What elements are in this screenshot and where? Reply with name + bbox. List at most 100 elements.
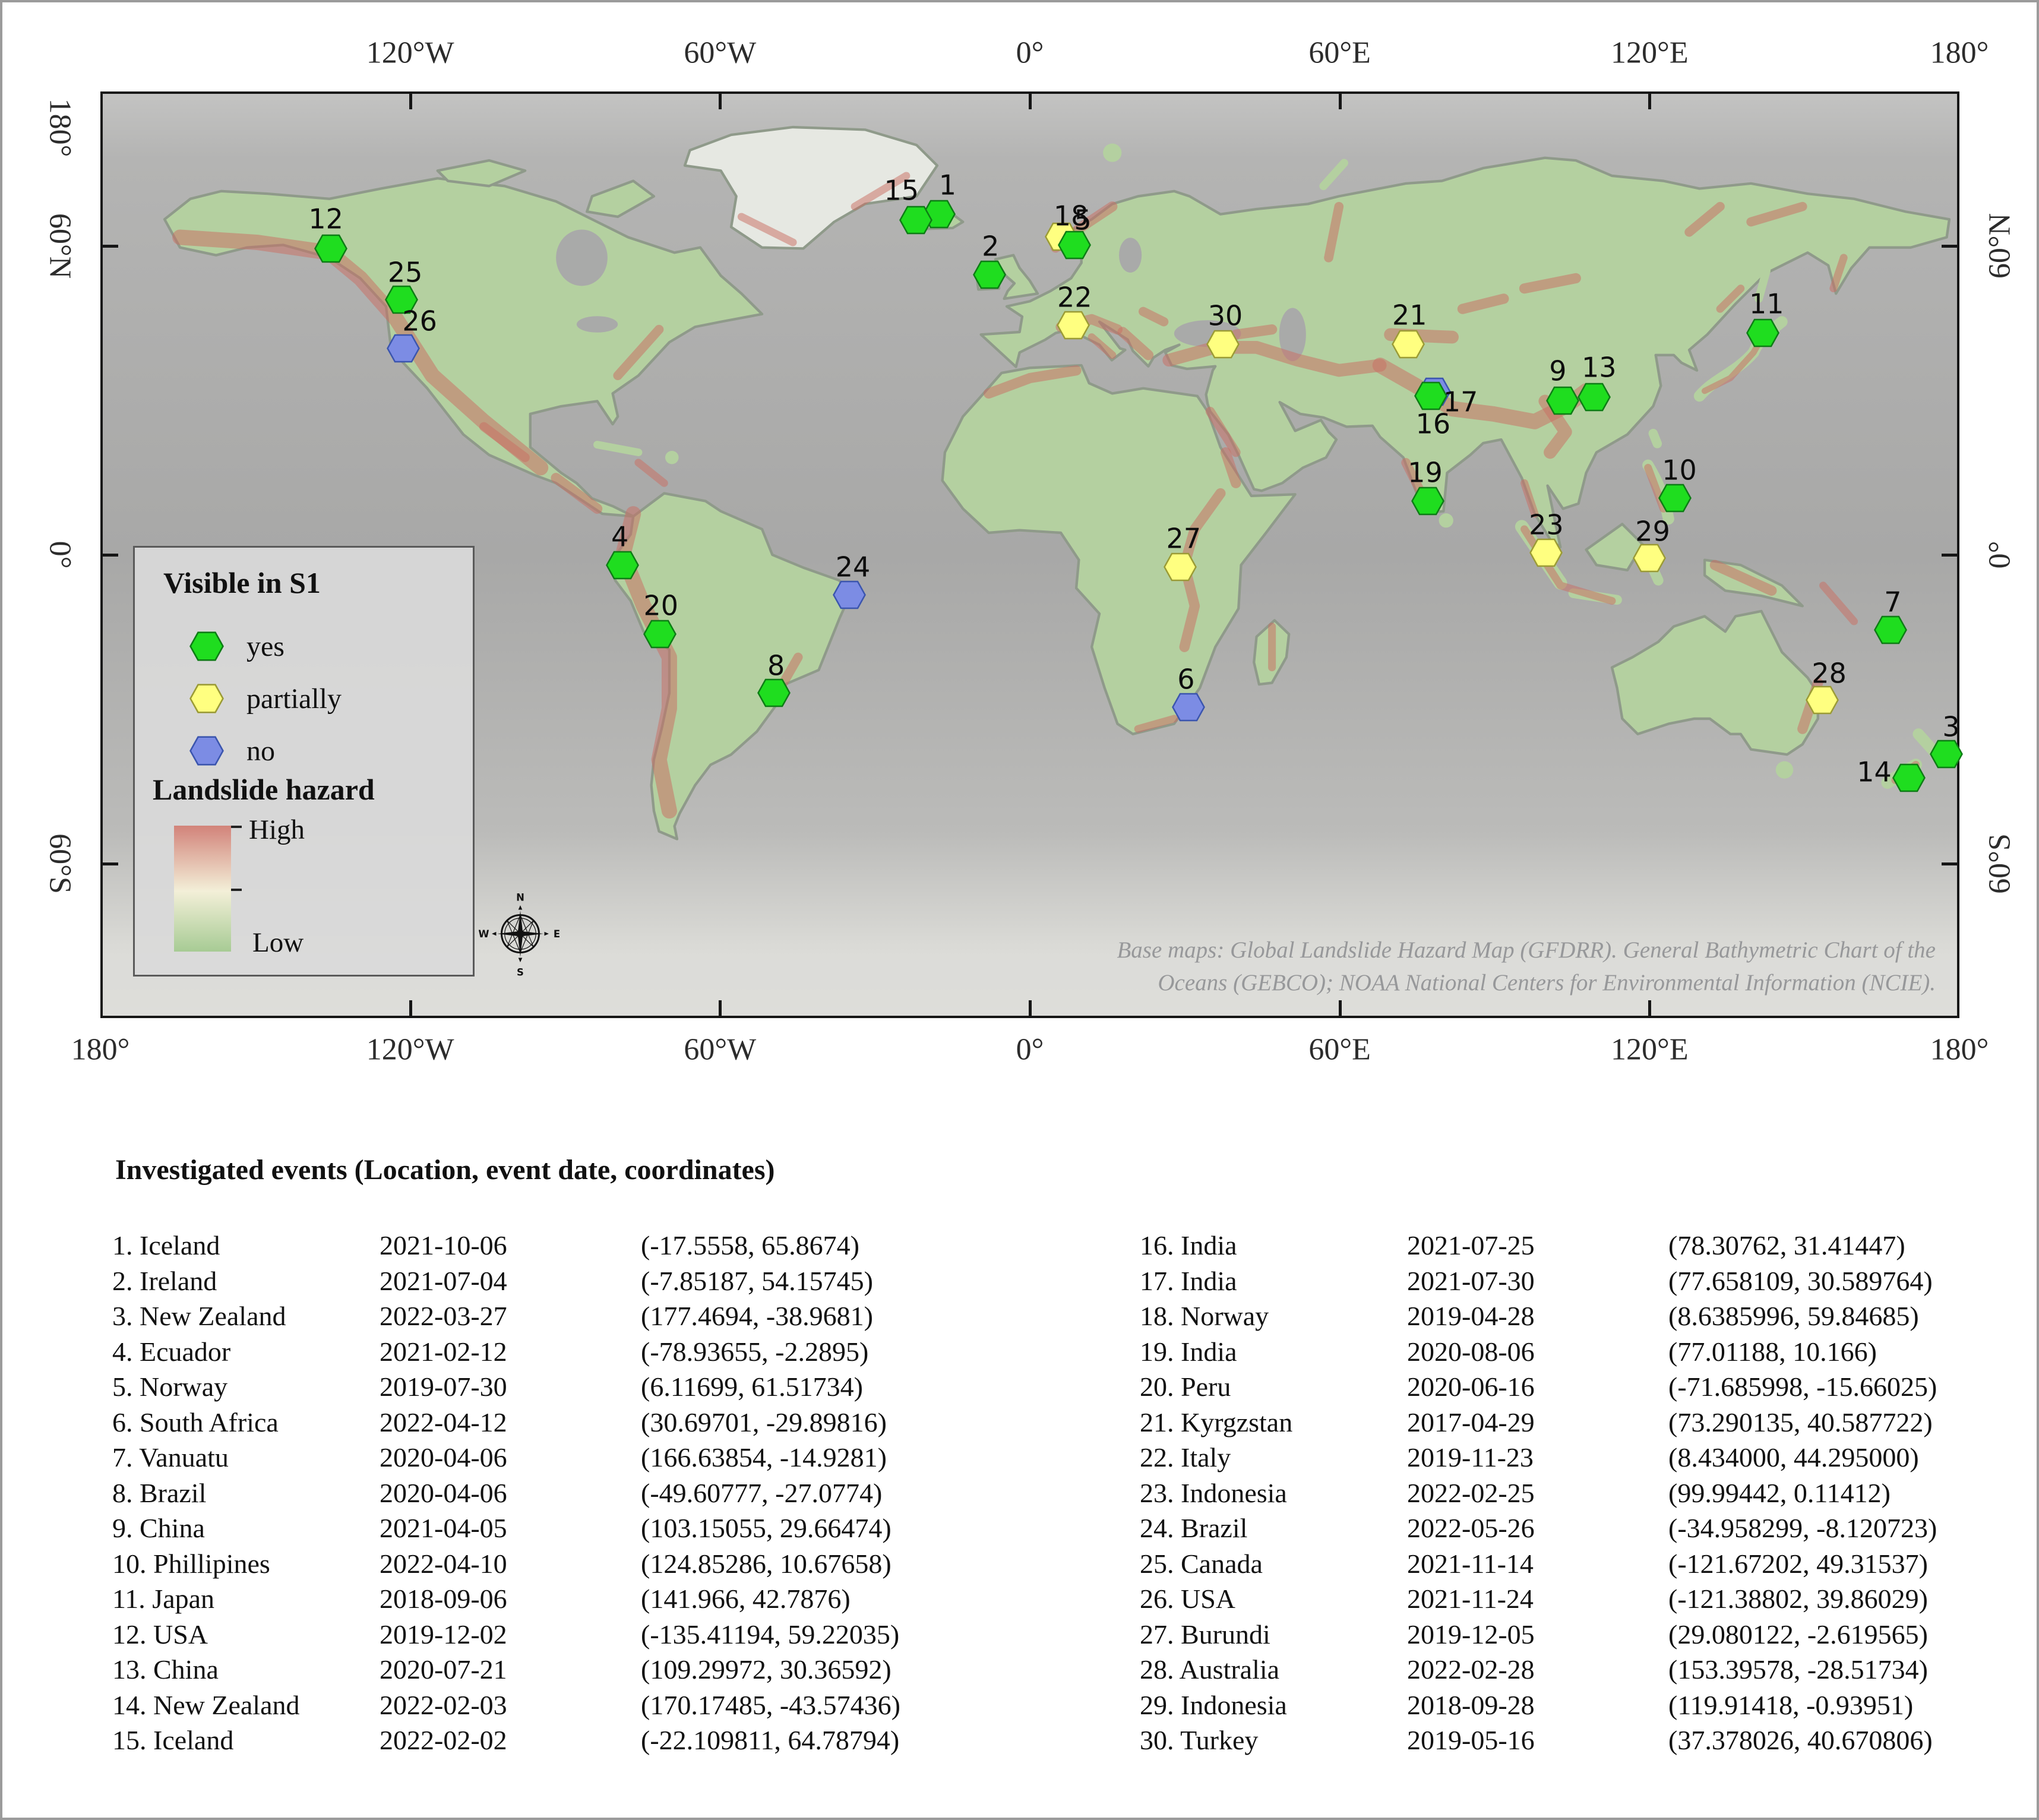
axis-left-label: 0° (43, 541, 78, 569)
axis-left-label: 60°S (43, 833, 78, 894)
figure-canvas: 1 2 3 4 5 6 7 8 9 10 11 12 13 14 15 16 1… (0, 0, 2039, 1820)
axis-top-label: 120°E (1611, 36, 1689, 71)
event-name: 9. China (112, 1511, 380, 1546)
event-date: 2019-05-16 (1407, 1723, 1668, 1758)
colorbar-tick-high (231, 826, 242, 828)
event-row: 13. China2020-07-21(109.29972, 30.36592) (112, 1652, 1098, 1688)
event-name: 16. India (1140, 1228, 1407, 1263)
event-coordinates: (-121.38802, 39.86029) (1668, 1581, 2031, 1617)
event-coordinates: (8.6385996, 59.84685) (1668, 1298, 2031, 1334)
events-table-right: 16. India2021-07-25(78.30762, 31.41447)1… (1140, 1228, 2031, 1758)
event-date: 2019-12-05 (1407, 1617, 1668, 1652)
axis-left-label: 180° (43, 98, 78, 157)
attribution-line-1: Base maps: Global Landslide Hazard Map (… (807, 934, 1936, 966)
events-table-left: 1. Iceland2021-10-06(-17.5558, 65.8674)2… (112, 1228, 1098, 1758)
event-row: 25. Canada2021-11-14(-121.67202, 49.3153… (1140, 1546, 2031, 1582)
axis-bottom-label: 0° (1016, 1032, 1044, 1067)
compass-s-label: S (517, 967, 524, 978)
event-row: 14. New Zealand2022-02-03(170.17485, -43… (112, 1688, 1098, 1723)
graticule-tick (1029, 1000, 1032, 1018)
graticule-tick (719, 91, 722, 109)
event-row: 29. Indonesia2018-09-28(119.91418, -0.93… (1140, 1688, 2031, 1723)
event-date: 2021-04-05 (380, 1511, 641, 1546)
event-coordinates: (-121.67202, 49.31537) (1668, 1546, 2031, 1582)
event-date: 2022-03-27 (380, 1298, 641, 1334)
graticule-tick (1029, 91, 1032, 109)
event-date: 2018-09-06 (380, 1581, 641, 1617)
event-row: 30. Turkey2019-05-16(37.378026, 40.67080… (1140, 1723, 2031, 1758)
axis-bottom-label: 180° (71, 1032, 130, 1067)
event-row: 10. Phillipines2022-04-10(124.85286, 10.… (112, 1546, 1098, 1582)
colorbar-tick-mid (231, 889, 242, 891)
event-name: 27. Burundi (1140, 1617, 1407, 1652)
axis-bottom-label: 60°W (684, 1032, 756, 1067)
event-date: 2022-02-02 (380, 1723, 641, 1758)
event-date: 2019-07-30 (380, 1369, 641, 1405)
legend-item-label: yes (246, 630, 284, 663)
legend-item-no: no (189, 725, 342, 777)
event-coordinates: (78.30762, 31.41447) (1668, 1228, 2031, 1263)
event-row: 27. Burundi2019-12-05(29.080122, -2.6195… (1140, 1617, 2031, 1652)
event-name: 3. New Zealand (112, 1298, 380, 1334)
event-name: 23. Indonesia (1140, 1475, 1407, 1511)
legend-item-partially: partially (189, 672, 342, 725)
event-coordinates: (170.17485, -43.57436) (641, 1688, 1098, 1723)
event-coordinates: (166.63854, -14.9281) (641, 1440, 1098, 1475)
event-row: 20. Peru2020-06-16(-71.685998, -15.66025… (1140, 1369, 2031, 1405)
event-coordinates: (-17.5558, 65.8674) (641, 1228, 1098, 1263)
event-row: 11. Japan2018-09-06(141.966, 42.7876) (112, 1581, 1098, 1617)
event-date: 2021-07-25 (1407, 1228, 1668, 1263)
event-date: 2021-07-04 (380, 1263, 641, 1299)
graticule-tick (1648, 91, 1651, 109)
graticule-tick (1339, 1000, 1342, 1018)
compass-n-label: N (516, 892, 524, 903)
legend-title: Visible in S1 (163, 565, 321, 600)
event-date: 2017-04-29 (1407, 1405, 1668, 1440)
event-coordinates: (119.91418, -0.93951) (1668, 1688, 2031, 1723)
event-date: 2020-04-06 (380, 1475, 641, 1511)
event-date: 2021-07-30 (1407, 1263, 1668, 1299)
event-name: 17. India (1140, 1263, 1407, 1299)
event-name: 11. Japan (112, 1581, 380, 1617)
event-coordinates: (-78.93655, -2.2895) (641, 1334, 1098, 1370)
event-name: 19. India (1140, 1334, 1407, 1370)
event-coordinates: (77.01188, 10.166) (1668, 1334, 2031, 1370)
legend-hexagon-yes-icon (189, 631, 224, 661)
graticule-tick (1942, 554, 1959, 557)
event-name: 14. New Zealand (112, 1688, 380, 1723)
event-name: 7. Vanuatu (112, 1440, 380, 1475)
event-date: 2022-02-25 (1407, 1475, 1668, 1511)
event-coordinates: (8.434000, 44.295000) (1668, 1440, 2031, 1475)
event-name: 8. Brazil (112, 1475, 380, 1511)
event-row: 22. Italy2019-11-23(8.434000, 44.295000) (1140, 1440, 2031, 1475)
event-name: 13. China (112, 1652, 380, 1688)
axis-bottom-label: 180° (1930, 1032, 1989, 1067)
event-coordinates: (73.290135, 40.587722) (1668, 1405, 2031, 1440)
event-coordinates: (-7.85187, 54.15745) (641, 1263, 1098, 1299)
event-name: 10. Phillipines (112, 1546, 380, 1582)
axis-top-label: 60°W (684, 36, 756, 71)
event-row: 3. New Zealand2022-03-27(177.4694, -38.9… (112, 1298, 1098, 1334)
event-coordinates: (99.99442, 0.11412) (1668, 1475, 2031, 1511)
graticule-tick (409, 1000, 412, 1018)
event-date: 2022-04-10 (380, 1546, 641, 1582)
compass-rose-icon: N S W E (476, 889, 565, 978)
legend-hexagon-partially-icon (189, 684, 224, 713)
event-name: 18. Norway (1140, 1298, 1407, 1334)
graticule-tick (1648, 1000, 1651, 1018)
event-date: 2020-04-06 (380, 1440, 641, 1475)
graticule-tick (100, 554, 118, 557)
event-coordinates: (124.85286, 10.67658) (641, 1546, 1098, 1582)
event-row: 21. Kyrgzstan2017-04-29(73.290135, 40.58… (1140, 1405, 2031, 1440)
event-row: 16. India2021-07-25(78.30762, 31.41447) (1140, 1228, 2031, 1263)
event-row: 1. Iceland2021-10-06(-17.5558, 65.8674) (112, 1228, 1098, 1263)
colorbar-low-label: Low (252, 927, 304, 959)
event-name: 22. Italy (1140, 1440, 1407, 1475)
event-row: 17. India2021-07-30(77.658109, 30.589764… (1140, 1263, 2031, 1299)
event-row: 9. China2021-04-05(103.15055, 29.66474) (112, 1511, 1098, 1546)
event-coordinates: (77.658109, 30.589764) (1668, 1263, 2031, 1299)
event-name: 26. USA (1140, 1581, 1407, 1617)
event-date: 2020-06-16 (1407, 1369, 1668, 1405)
axis-right-label: 0° (1983, 541, 2018, 569)
event-coordinates: (6.11699, 61.51734) (641, 1369, 1098, 1405)
